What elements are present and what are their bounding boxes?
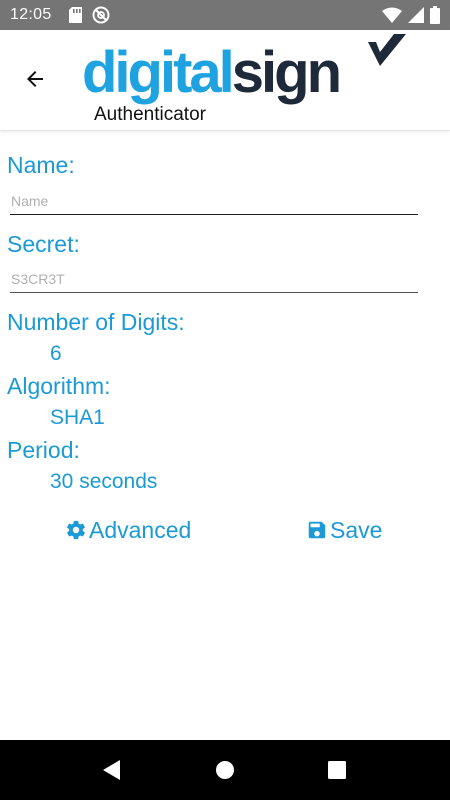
arrow-left-icon — [27, 71, 43, 87]
algorithm-value[interactable]: SHA1 — [50, 406, 105, 430]
digits-label: Number of Digits: — [7, 309, 185, 335]
home-circle-icon[interactable] — [213, 758, 237, 782]
status-left-icons — [69, 6, 110, 24]
save-button[interactable]: Save — [306, 513, 382, 547]
period-value[interactable]: 30 seconds — [50, 470, 157, 494]
svg-text:digitalsign: digitalsign — [82, 40, 339, 105]
status-right-icons — [382, 6, 440, 24]
back-triangle-icon[interactable] — [100, 758, 124, 782]
cell-signal-icon — [408, 7, 424, 23]
do-not-disturb-icon — [92, 6, 110, 24]
period-label: Period: — [7, 437, 80, 463]
name-label: Name: — [7, 152, 75, 178]
advanced-button[interactable]: Advanced — [65, 513, 191, 547]
secret-input[interactable] — [10, 266, 418, 293]
sd-card-icon — [69, 7, 82, 23]
advanced-button-label: Advanced — [89, 516, 192, 543]
save-button-label: Save — [330, 516, 383, 543]
wifi-icon — [382, 7, 402, 23]
secret-label: Secret: — [7, 231, 80, 257]
app-header: digitalsign Authenticator — [0, 30, 450, 131]
name-input[interactable] — [10, 188, 418, 215]
logo-checkmark-icon — [368, 34, 406, 66]
digits-value[interactable]: 6 — [50, 342, 62, 366]
recents-square-icon[interactable] — [325, 758, 349, 782]
status-bar: 12:05 — [0, 0, 450, 30]
back-button[interactable] — [18, 62, 52, 96]
logo-text-sign: sign — [232, 40, 339, 105]
gear-icon — [67, 520, 85, 540]
battery-icon — [430, 6, 440, 24]
status-time: 12:05 — [10, 6, 52, 23]
digitalsign-logo: digitalsign — [80, 30, 410, 110]
algorithm-label: Algorithm: — [7, 373, 111, 399]
logo-text-digital: digital — [82, 40, 232, 105]
floppy-disk-icon — [308, 521, 326, 539]
app-subtitle: Authenticator — [94, 104, 206, 125]
system-nav-bar — [0, 740, 450, 800]
